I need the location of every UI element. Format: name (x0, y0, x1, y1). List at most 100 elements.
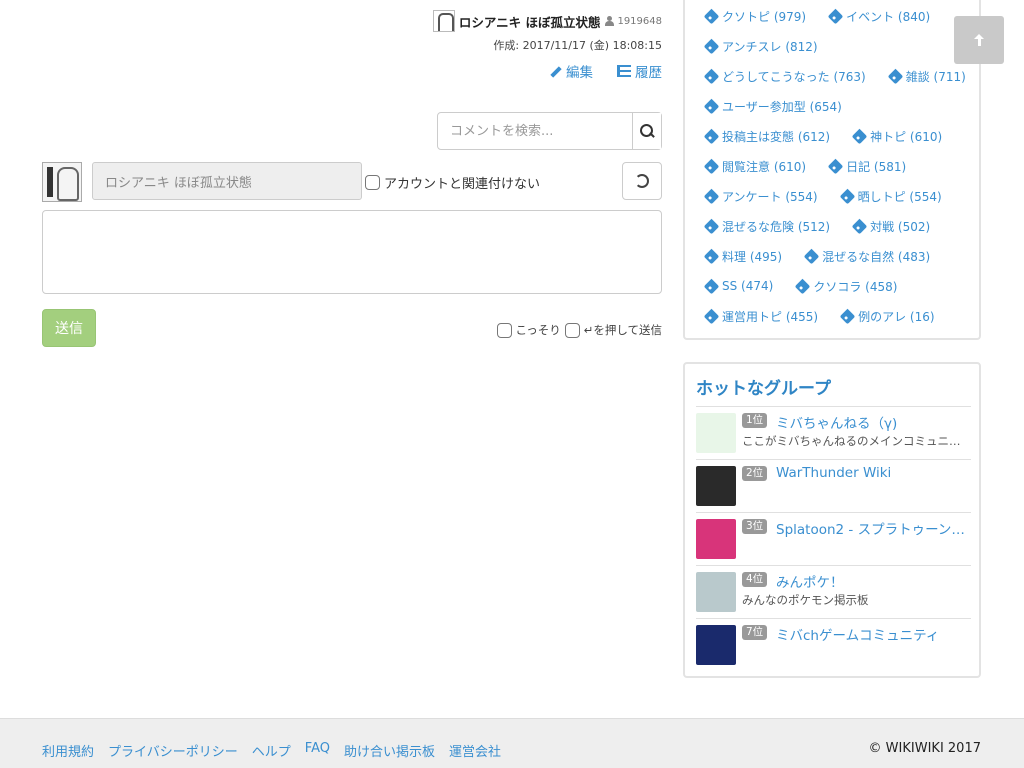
tag-label: 混ぜるな自然 (483) (822, 249, 931, 264)
comment-search-input[interactable] (438, 113, 632, 149)
tag-icon (827, 158, 844, 174)
game-console-icon (696, 625, 736, 665)
tag-link[interactable]: 運営用トピ (455) (703, 307, 819, 325)
hot-group-item[interactable]: 3位 Splatoon2 - スプラトゥーン2 攻略＆検証 Wiki (696, 512, 971, 565)
tag-label: 晒しトピ (554) (857, 189, 942, 204)
refresh-button[interactable] (622, 162, 662, 200)
history-link[interactable]: 履歴 (617, 61, 662, 81)
copyright: © WIKIWIKI 2017 (868, 741, 981, 756)
arrow-up-icon (974, 34, 984, 46)
anonymous-option[interactable]: アカウントと関連付けない (365, 173, 540, 192)
tag-link[interactable]: アンケート (554) (703, 187, 818, 205)
tag-label: 料理 (495) (722, 249, 783, 264)
list-icon (617, 65, 631, 77)
hot-group-item[interactable]: 7位 ミバchゲームコミュニティ (696, 618, 971, 671)
tag-link[interactable]: クソコラ (458) (795, 277, 897, 295)
sneak-option[interactable]: こっそり (496, 322, 561, 338)
footer-link[interactable]: プライバシーポリシー (108, 741, 238, 760)
tag-link[interactable]: 晒しトピ (554) (839, 187, 942, 205)
tag-link[interactable]: 日記 (581) (827, 157, 906, 175)
tag-link[interactable]: アンチスレ (812) (703, 37, 818, 55)
tag-icon (803, 248, 820, 264)
sneak-checkbox[interactable] (496, 322, 512, 338)
tag-link[interactable]: 混ぜるな自然 (483) (803, 247, 931, 265)
tag-link[interactable]: 神トピ (610) (851, 127, 943, 145)
footer-link[interactable]: ヘルプ (252, 741, 291, 760)
tag-label: 運営用トピ (455) (722, 309, 819, 324)
hot-group-item[interactable]: 1位 ミバちゃんねる（γ) ここがミバちゃんねるのメインコミュニティ (696, 406, 971, 459)
comment-search (437, 112, 662, 150)
edit-link[interactable]: 編集 (549, 61, 593, 81)
tag-link[interactable]: ユーザー参加型 (654) (703, 97, 842, 115)
tag-link[interactable]: イベント (840) (827, 7, 930, 25)
tag-icon (703, 248, 720, 264)
tag-link[interactable]: 料理 (495) (703, 247, 783, 265)
post-author-row: ロシアニキ ほぼ孤立状態 1919648 (432, 9, 662, 33)
group-name[interactable]: WarThunder Wiki (776, 465, 971, 481)
edit-label: 編集 (566, 65, 593, 81)
tag-label: クソトピ (979) (722, 9, 807, 24)
search-button[interactable] (632, 113, 661, 149)
tag-icon (703, 158, 720, 174)
group-rank-badge: 7位 (742, 625, 768, 640)
tag-icon (839, 308, 856, 324)
tag-icon (703, 38, 720, 54)
tag-link[interactable]: どうしてこうなった (763) (703, 67, 866, 85)
tag-icon (703, 98, 720, 114)
tag-icon (827, 8, 844, 24)
group-name[interactable]: みんポケ！ (776, 571, 971, 591)
comment-textarea[interactable] (42, 210, 662, 294)
commenter-name-field[interactable] (92, 162, 362, 200)
tags-panel: クソトピ (979) イベント (840) アンチスレ (812) どうしてこうなった… (683, 0, 981, 340)
send-button[interactable]: 送信 (42, 309, 96, 347)
sneak-label: こっそり (515, 323, 561, 337)
tag-link[interactable]: SS (474) (703, 277, 773, 295)
enter-send-option[interactable]: ↵を押して送信 (564, 322, 662, 338)
send-options: こっそり ↵を押して送信 (496, 322, 662, 338)
hot-group-item[interactable]: 4位 みんポケ！ みんなのポケモン掲示板 (696, 565, 971, 618)
splatoon-logo-icon (696, 519, 736, 559)
search-icon (640, 124, 654, 138)
author-name[interactable]: ロシアニキ ほぼ孤立状態 (459, 12, 601, 31)
group-name[interactable]: ミバchゲームコミュニティ (776, 624, 971, 644)
tag-link[interactable]: 閲覧注意 (610) (703, 157, 807, 175)
footer-links: 利用規約 プライバシーポリシー ヘルプ FAQ 助け合い掲示板 運営会社 (42, 741, 501, 760)
tag-icon (703, 278, 720, 294)
group-name[interactable]: Splatoon2 - スプラトゥーン2 攻略＆検証 Wiki (776, 518, 971, 538)
tag-label: 混ぜるな危険 (512) (722, 219, 831, 234)
group-people-icon (696, 413, 736, 453)
tag-link[interactable]: クソトピ (979) (703, 7, 807, 25)
tag-link[interactable]: 雑談 (711) (887, 67, 966, 85)
tag-icon (703, 218, 720, 234)
group-rank-badge: 1位 (742, 413, 768, 428)
footer-link[interactable]: 助け合い掲示板 (344, 741, 435, 760)
created-timestamp: 作成: 2017/11/17 (金) 18:08:15 (493, 39, 662, 52)
tag-label: アンケート (554) (722, 189, 818, 204)
hot-groups-title: ホットなグループ (696, 379, 831, 399)
tag-icon (851, 128, 868, 144)
tag-icon (703, 188, 720, 204)
tag-icon (703, 68, 720, 84)
hot-group-item[interactable]: 2位 WarThunder Wiki (696, 459, 971, 512)
tag-link[interactable]: 例のアレ (16) (839, 307, 935, 325)
scroll-to-top-button[interactable] (954, 16, 1004, 64)
tag-label: どうしてこうなった (763) (722, 69, 866, 84)
tag-label: 神トピ (610) (870, 129, 943, 144)
footer-link[interactable]: 運営会社 (449, 741, 501, 760)
group-rank-badge: 3位 (742, 519, 768, 534)
enter-send-checkbox[interactable] (564, 322, 580, 338)
tag-icon (851, 218, 868, 234)
anonymous-checkbox[interactable] (365, 175, 380, 190)
tag-label: 閲覧注意 (610) (722, 159, 807, 174)
group-name[interactable]: ミバちゃんねる（γ) (776, 412, 971, 432)
hot-groups-panel: ホットなグループ 1位 ミバちゃんねる（γ) ここがミバちゃんねるのメインコミュニテ… (683, 362, 981, 678)
tag-link[interactable]: 投稿主は変態 (612) (703, 127, 830, 145)
tag-link[interactable]: 混ぜるな危険 (512) (703, 217, 831, 235)
footer-link[interactable]: FAQ (305, 741, 330, 760)
anonymous-label: アカウントと関連付けない (384, 177, 541, 192)
author-avatar[interactable] (432, 10, 455, 32)
tags-list: クソトピ (979) イベント (840) アンチスレ (812) どうしてこうなった… (703, 7, 966, 325)
tag-link[interactable]: 対戦 (502) (851, 217, 930, 235)
footer-link[interactable]: 利用規約 (42, 741, 94, 760)
group-rank-badge: 4位 (742, 572, 768, 587)
